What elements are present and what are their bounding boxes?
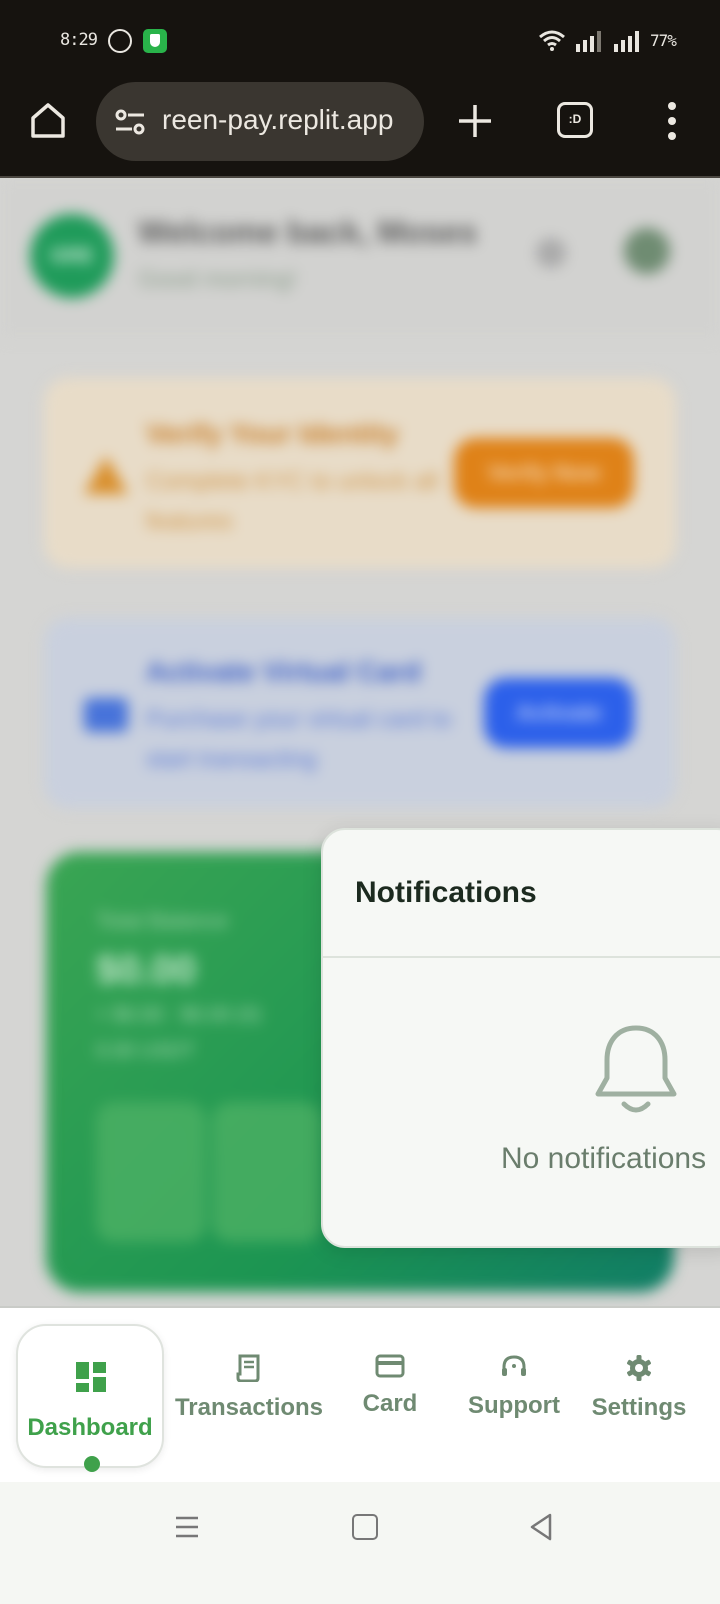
balance-subtext: + $0.00 · $0.00 (0) [96, 1004, 262, 1026]
active-indicator [84, 1456, 100, 1472]
virtual-card-text: Purchase your virtual card to start tran… [146, 706, 452, 773]
empty-notifications-text: No notifications [501, 1142, 707, 1175]
headset-icon [502, 1355, 526, 1376]
status-bar: 8:29 77% [0, 0, 720, 82]
nav-label: Settings [591, 1394, 687, 1421]
send-action-button[interactable] [96, 1102, 206, 1242]
status-time: 8:29 [60, 30, 98, 50]
card-icon [375, 1354, 405, 1378]
nav-card[interactable]: Card [350, 1354, 430, 1418]
notifications-title: Notifications [355, 876, 537, 909]
nav-label: Dashboard [27, 1414, 153, 1441]
menu-icon[interactable] [664, 100, 680, 142]
gear-icon [627, 1355, 651, 1381]
virtual-card-title: Activate Virtual Card [146, 656, 421, 687]
nav-label: Support [468, 1392, 560, 1419]
theme-toggle-icon[interactable] [624, 228, 670, 274]
receive-action-button[interactable] [212, 1102, 322, 1242]
signal-icon [614, 31, 639, 52]
kyc-title: Verify Your Identity [146, 418, 399, 449]
nav-transactions[interactable]: Transactions [174, 1354, 324, 1422]
divider [323, 956, 720, 958]
avatar: GRE [30, 214, 114, 298]
nav-settings[interactable]: Settings [578, 1354, 700, 1422]
dashboard-header: GRE Welcome back, Moses Good morning! [0, 178, 720, 338]
recents-icon[interactable] [174, 1514, 200, 1540]
bell-icon[interactable] [536, 238, 566, 268]
nav-label: Transactions [174, 1394, 324, 1421]
notifications-panel: Notifications No notifications [321, 828, 720, 1248]
nav-dashboard[interactable]: Dashboard [16, 1324, 164, 1472]
card-icon [84, 698, 128, 732]
back-icon[interactable] [528, 1512, 554, 1542]
new-tab-icon[interactable] [456, 102, 494, 140]
kyc-text: Complete KYC to unlock all features [146, 468, 439, 535]
receipt-icon [236, 1354, 260, 1382]
balance-subtext-secondary: 0.00 USDT [96, 1040, 195, 1062]
site-settings-icon[interactable] [114, 108, 146, 136]
balance-label: Total Balance [96, 908, 229, 933]
url-text[interactable]: reen-pay.replit.app [162, 104, 414, 136]
dashboard-icon [76, 1362, 106, 1392]
signal-icon [576, 31, 601, 52]
tabs-icon[interactable]: :D [557, 102, 593, 138]
greeting-text: Good morning! [138, 266, 297, 293]
nav-label: Card [362, 1390, 418, 1417]
virtual-card-banner: Activate Virtual Card Purchase your virt… [44, 618, 676, 808]
kyc-banner: Verify Your Identity Complete KYC to unl… [44, 378, 676, 568]
home-button-icon[interactable] [352, 1514, 378, 1540]
balance-value: $0.00 [96, 948, 197, 992]
whatsapp-icon [108, 29, 132, 53]
shield-app-icon [143, 29, 167, 53]
warning-icon [84, 456, 128, 494]
system-navigation-bar [0, 1482, 720, 1604]
bell-icon [595, 1025, 677, 1113]
browser-toolbar: reen-pay.replit.app :D [0, 82, 720, 178]
battery-level: 77% [650, 31, 677, 50]
welcome-heading: Welcome back, Moses [138, 214, 478, 250]
bottom-navigation: Dashboard Transactions Card Support Sett… [0, 1306, 720, 1482]
activate-button[interactable]: Activate [484, 678, 634, 748]
verify-now-button[interactable]: Verify Now [454, 438, 634, 508]
nav-support[interactable]: Support [456, 1354, 572, 1420]
address-bar[interactable]: reen-pay.replit.app [96, 82, 424, 161]
home-icon[interactable] [28, 100, 68, 140]
wifi-icon [539, 30, 565, 51]
